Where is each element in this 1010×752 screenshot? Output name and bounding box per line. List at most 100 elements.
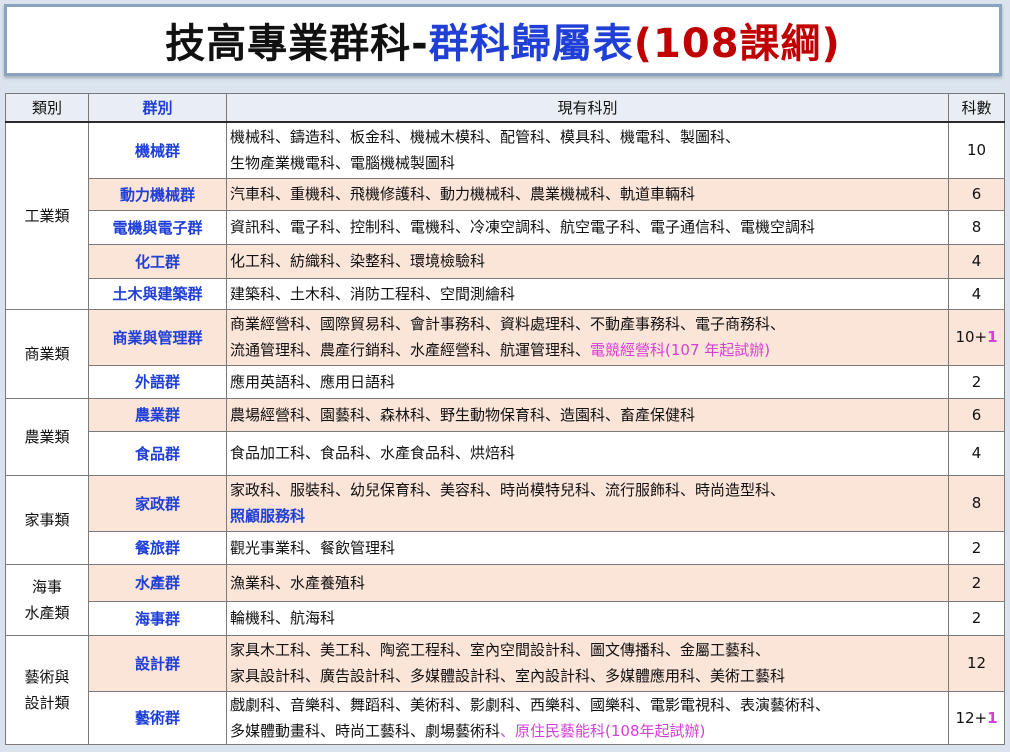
count-cell: 6 — [948, 397, 1005, 432]
count-cell: 2 — [948, 563, 1005, 602]
departments-line: 資訊科、電子科、控制科、電機科、冷凍空調科、航空電子科、電子通信科、電機空調科 — [230, 218, 816, 236]
category-line: 設計類 — [24, 693, 70, 712]
table-row: 商業類 商業與管理群 商業經營科、國際貿易科、會計事務科、資料處理科、不動產事務… — [5, 308, 1005, 399]
departments-line: 漁業科、水產養殖科 — [230, 573, 366, 592]
count-cell: 10+1 — [948, 308, 1005, 366]
count-plus: 1 — [987, 708, 998, 727]
count-cell: 4 — [948, 430, 1005, 476]
group-department-table: 類別 群別 現有科別 科數 工業類 機械群 機械科、鑄造科、板金科、機械木模科、… — [5, 93, 1005, 745]
departments-cell: 觀光事業科、餐飲管理科 — [226, 530, 949, 565]
count-value: 10+ — [955, 328, 988, 346]
departments-cell: 家具木工科、美工科、陶瓷工程科、室內空間設計科、圖文傳播科、金屬工藝科、 家具設… — [226, 634, 949, 692]
count-cell: 12 — [948, 634, 1005, 692]
table-row: 家事類 家政群 家政科、服裝科、幼兒保育科、美容科、時尚模特兒科、流行服飾科、時… — [5, 474, 1005, 565]
departments-text: 多媒體動畫科、時尚工藝科、劇場藝術科 — [230, 721, 501, 740]
count-cell: 2 — [948, 600, 1005, 636]
table-row: 海事 水產類 水產群 漁業科、水產養殖科 2 — [5, 563, 1005, 636]
category-cell: 家事類 — [5, 474, 89, 565]
table-row: 海事群 輪機科、航海科 2 — [6, 600, 1005, 636]
departments-text: 流通管理科、農產行銷科、水產經營科、航運管理科、 — [230, 341, 591, 359]
departments-line: 戲劇科、音樂科、舞蹈科、美術科、影劇科、西樂科、國樂科、電影電視科、表演藝術科、 — [230, 695, 831, 714]
departments-line: 農場經營科、園藝科、森林科、野生動物保育科、造園科、畜產保健科 — [230, 405, 696, 424]
count-cell: 4 — [948, 277, 1005, 310]
table-row: 食品群 食品加工科、食品科、水產食品科、烘焙科 4 — [6, 430, 1005, 476]
count-value: 12+ — [955, 708, 988, 727]
trial-department-note: 、原住民藝能科(108年起試辦) — [500, 721, 706, 740]
departments-line: 家政科、服裝科、幼兒保育科、美容科、時尚模特兒科、流行服飾科、時尚造型科、 — [230, 481, 786, 499]
group-cell: 海事群 — [88, 600, 227, 636]
group-cell: 土木與建築群 — [88, 277, 227, 310]
trial-department-note: 電競經營科(107 年起試辦) — [590, 341, 771, 359]
count-cell: 2 — [948, 364, 1005, 399]
group-cell: 商業與管理群 — [88, 308, 227, 366]
departments-cell: 漁業科、水產養殖科 — [226, 563, 949, 602]
table-row: 電機與電子群 資訊科、電子科、控制科、電機科、冷凍空調科、航空電子科、電子通信科… — [6, 209, 1005, 245]
title-part-table: 群科歸屬表 — [428, 21, 634, 67]
departments-line: 多媒體動畫科、時尚工藝科、劇場藝術科、原住民藝能科(108年起試辦) — [230, 718, 948, 744]
category-cell: 海事 水產類 — [5, 563, 89, 636]
table-row: 土木與建築群 建築科、土木科、消防工程科、空間測繪科 4 — [6, 277, 1005, 310]
page-title: 技高專業群科-群科歸屬表(108課綱) — [165, 11, 841, 69]
departments-line: 應用英語科、應用日語科 — [230, 372, 396, 391]
departments-line: 觀光事業科、餐飲管理科 — [230, 538, 396, 557]
departments-cell: 農場經營科、園藝科、森林科、野生動物保育科、造園科、畜產保健科 — [226, 397, 949, 432]
departments-line: 化工科、紡織科、染整科、環境檢驗科 — [230, 252, 486, 270]
count-cell: 8 — [948, 474, 1005, 532]
departments-cell: 商業經營科、國際貿易科、會計事務科、資料處理科、不動產事務科、電子商務科、 流通… — [226, 308, 949, 366]
header-departments: 現有科別 — [226, 93, 949, 123]
title-part-main: 技高專業群科- — [165, 21, 429, 67]
count-cell: 8 — [948, 209, 1005, 245]
departments-cell: 食品加工科、食品科、水產食品科、烘焙科 — [226, 430, 949, 476]
count-plus: 1 — [987, 328, 998, 346]
table-header-row: 類別 群別 現有科別 科數 — [5, 93, 1005, 123]
departments-cell: 建築科、土木科、消防工程科、空間測繪科 — [226, 277, 949, 310]
category-cell: 工業類 — [5, 121, 89, 310]
table-row: 農業類 農業群 農場經營科、園藝科、森林科、野生動物保育科、造園科、畜產保健科 … — [5, 397, 1005, 476]
departments-cell: 戲劇科、音樂科、舞蹈科、美術科、影劇科、西樂科、國樂科、電影電視科、表演藝術科、… — [226, 690, 949, 745]
departments-line: 建築科、土木科、消防工程科、空間測繪科 — [230, 284, 516, 303]
category-cell: 商業類 — [5, 308, 89, 399]
count-cell: 4 — [948, 243, 1005, 279]
header-group: 群別 — [88, 93, 227, 123]
departments-cell: 汽車科、重機科、飛機修護科、動力機械科、農業機械科、軌道車輛科 — [226, 177, 949, 211]
departments-line: 機械科、鑄造科、板金科、機械木模科、配管科、模具科、機電科、製圖科、 — [230, 128, 741, 147]
title-part-curriculum: (108課綱) — [633, 21, 841, 67]
table-row: 外語群 應用英語科、應用日語科 2 — [6, 364, 1005, 399]
departments-line: 食品加工科、食品科、水產食品科、烘焙科 — [230, 444, 516, 462]
group-cell: 外語群 — [88, 364, 227, 399]
category-line: 水產類 — [24, 603, 70, 622]
departments-line: 汽車科、重機科、飛機修護科、動力機械科、農業機械科、軌道車輛科 — [230, 185, 696, 203]
group-cell: 電機與電子群 — [88, 209, 227, 245]
count-cell: 6 — [948, 177, 1005, 211]
category-cell: 藝術與 設計類 — [5, 634, 89, 745]
table-row: 藝術與 設計類 設計群 家具木工科、美工科、陶瓷工程科、室內空間設計科、圖文傳播… — [5, 634, 1005, 745]
group-cell: 藝術群 — [88, 690, 227, 745]
category-line: 海事 — [31, 577, 62, 596]
count-cell: 10 — [948, 121, 1005, 179]
departments-cell: 機械科、鑄造科、板金科、機械木模科、配管科、模具科、機電科、製圖科、 生物產業機… — [226, 121, 949, 179]
new-department-note: 照顧服務科 — [230, 507, 306, 525]
header-count: 科數 — [948, 93, 1005, 123]
group-cell: 化工群 — [88, 243, 227, 279]
group-cell: 動力機械群 — [88, 177, 227, 211]
departments-line: 商業經營科、國際貿易科、會計事務科、資料處理科、不動產事務科、電子商務科、 — [230, 315, 786, 333]
departments-cell: 化工科、紡織科、染整科、環境檢驗科 — [226, 243, 949, 279]
count-cell: 12+1 — [948, 690, 1005, 745]
category-cell: 農業類 — [5, 397, 89, 476]
departments-line: 輪機科、航海科 — [230, 609, 336, 627]
count-cell: 2 — [948, 530, 1005, 565]
group-cell: 餐旅群 — [88, 530, 227, 565]
table-row: 化工群 化工科、紡織科、染整科、環境檢驗科 4 — [6, 243, 1005, 279]
group-cell: 水產群 — [88, 563, 227, 602]
group-cell: 家政群 — [88, 474, 227, 532]
departments-line: 家具設計科、廣告設計科、多媒體設計科、室內設計科、多媒體應用科、美術工藝科 — [230, 667, 786, 685]
departments-line: 流通管理科、農產行銷科、水產經營科、航運管理科、電競經營科(107 年起試辦) — [230, 337, 948, 363]
departments-cell: 應用英語科、應用日語科 — [226, 364, 949, 399]
table-row: 動力機械群 汽車科、重機科、飛機修護科、動力機械科、農業機械科、軌道車輛科 6 — [6, 177, 1005, 211]
group-cell: 機械群 — [88, 121, 227, 179]
category-line: 藝術與 — [24, 667, 70, 686]
departments-line: 生物產業機電科、電腦機械製圖科 — [230, 154, 456, 173]
departments-cell: 家政科、服裝科、幼兒保育科、美容科、時尚模特兒科、流行服飾科、時尚造型科、 照顧… — [226, 474, 949, 532]
header-category: 類別 — [5, 93, 89, 123]
group-cell: 農業群 — [88, 397, 227, 432]
